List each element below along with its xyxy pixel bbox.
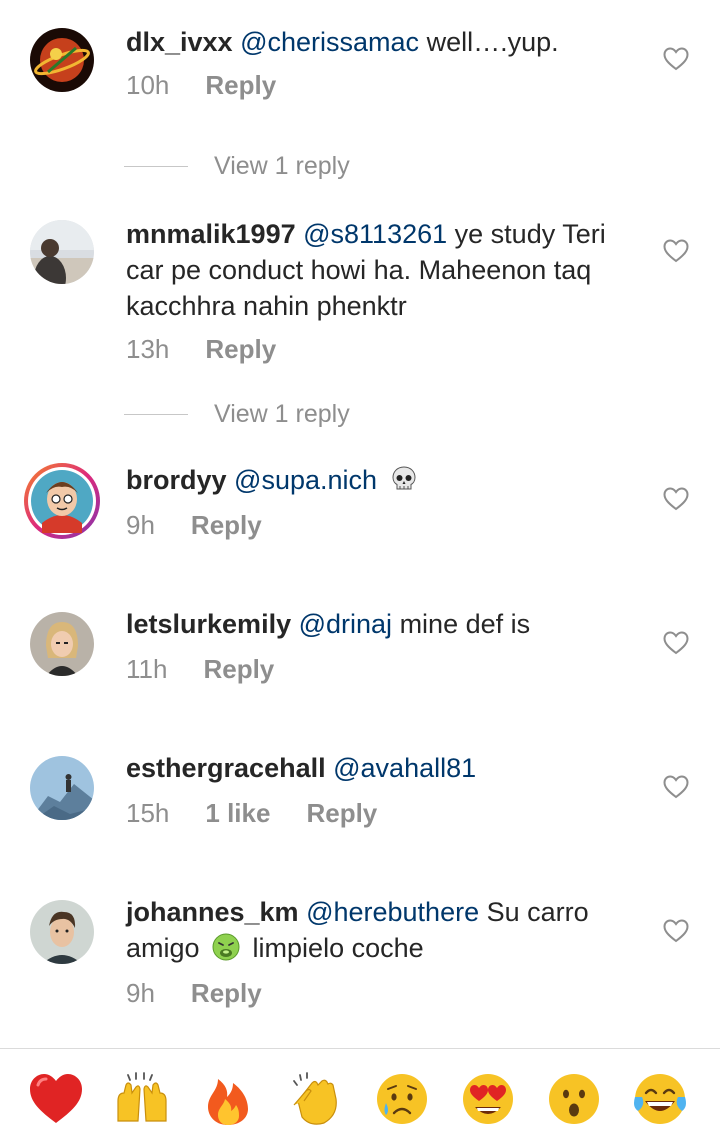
comment-body: esthergracehall @avahall81 — [126, 750, 626, 786]
username[interactable]: brordyy — [126, 465, 227, 495]
nauseated-face-emoji-icon — [211, 932, 241, 962]
like-heart-icon[interactable] — [663, 239, 689, 263]
avatar-image — [30, 900, 94, 964]
view-replies-label[interactable]: View 1 reply — [214, 152, 350, 181]
mention-link[interactable]: @herebuthere — [306, 897, 479, 927]
timestamp: 10h — [126, 70, 170, 100]
heart-eyes-emoji-icon[interactable] — [460, 1071, 516, 1127]
username[interactable]: letslurkemily — [126, 609, 291, 639]
avatar-image — [30, 28, 94, 92]
reply-button[interactable]: Reply — [203, 654, 274, 685]
like-heart-icon[interactable] — [663, 775, 689, 799]
username[interactable]: mnmalik1997 — [126, 219, 296, 249]
like-heart-icon[interactable] — [663, 47, 689, 71]
comment-meta: 9h Reply — [126, 978, 262, 1009]
comment-meta: 9h Reply — [126, 510, 262, 541]
comment-meta: 15h 1 like Reply — [126, 798, 377, 829]
like-heart-icon[interactable] — [663, 919, 689, 943]
comment-body: johannes_km @herebuthere Su carro amigo … — [126, 894, 626, 966]
mention-link[interactable]: @cherissamac — [240, 27, 419, 57]
reply-button[interactable]: Reply — [191, 510, 262, 541]
avatar-letslurkemily[interactable] — [30, 612, 94, 676]
comment-text: mine def is — [392, 609, 531, 639]
comment-meta: 11h Reply — [126, 654, 274, 685]
likes-count[interactable]: 1 like — [205, 798, 270, 829]
surprised-face-emoji-icon[interactable] — [546, 1071, 602, 1127]
comment-meta: 13h Reply — [126, 334, 276, 365]
avatar-brordyy[interactable] — [24, 463, 100, 539]
red-heart-emoji-icon[interactable] — [28, 1071, 84, 1127]
timestamp: 9h — [126, 978, 155, 1008]
timestamp: 11h — [126, 654, 168, 684]
avatar-esthergracehall[interactable] — [30, 756, 94, 820]
comment-text-after: limpielo coche — [245, 933, 424, 963]
timestamp: 13h — [126, 334, 170, 364]
raising-hands-emoji-icon[interactable] — [114, 1071, 170, 1127]
timestamp: 9h — [126, 510, 155, 540]
comment-body: mnmalik1997 @s8113261 ye study Teri car … — [126, 216, 626, 324]
tears-of-joy-emoji-icon[interactable] — [632, 1071, 688, 1127]
like-heart-icon[interactable] — [663, 487, 689, 511]
avatar-mnmalik1997[interactable] — [30, 220, 94, 284]
avatar-image — [30, 220, 94, 284]
comment-body: brordyy @supa.nich — [126, 462, 626, 498]
avatar-johannes-km[interactable] — [30, 900, 94, 964]
avatar-image — [30, 612, 94, 676]
view-replies-label[interactable]: View 1 reply — [214, 400, 350, 429]
comment-meta: 10h Reply — [126, 70, 276, 101]
avatar-image — [28, 467, 96, 535]
username[interactable]: dlx_ivxx — [126, 27, 233, 57]
reply-button[interactable]: Reply — [205, 334, 276, 365]
comment-body: letslurkemily @drinaj mine def is — [126, 606, 626, 642]
skull-emoji-icon — [389, 464, 419, 494]
comment-body: dlx_ivxx @cherissamac well….yup. — [126, 24, 626, 60]
avatar-image — [30, 756, 94, 820]
sad-face-emoji-icon[interactable] — [374, 1071, 430, 1127]
reply-button[interactable]: Reply — [205, 70, 276, 101]
comment-text: well….yup. — [419, 27, 559, 57]
mention-link[interactable]: @s8113261 — [303, 219, 447, 249]
timestamp: 15h — [126, 798, 170, 828]
clapping-hands-emoji-icon[interactable] — [288, 1071, 344, 1127]
comment-text — [377, 465, 385, 495]
reply-button[interactable]: Reply — [191, 978, 262, 1009]
quick-emoji-bar — [0, 1048, 720, 1127]
like-heart-icon[interactable] — [663, 631, 689, 655]
reply-button[interactable]: Reply — [306, 798, 377, 829]
mention-link[interactable]: @supa.nich — [234, 465, 377, 495]
divider-line — [124, 414, 188, 415]
fire-emoji-icon[interactable] — [200, 1071, 256, 1127]
mention-link[interactable]: @drinaj — [299, 609, 392, 639]
avatar-dlx-ivxx[interactable] — [30, 28, 94, 92]
divider-line — [124, 166, 188, 167]
mention-link[interactable]: @avahall81 — [333, 753, 476, 783]
username[interactable]: esthergracehall — [126, 753, 326, 783]
username[interactable]: johannes_km — [126, 897, 299, 927]
